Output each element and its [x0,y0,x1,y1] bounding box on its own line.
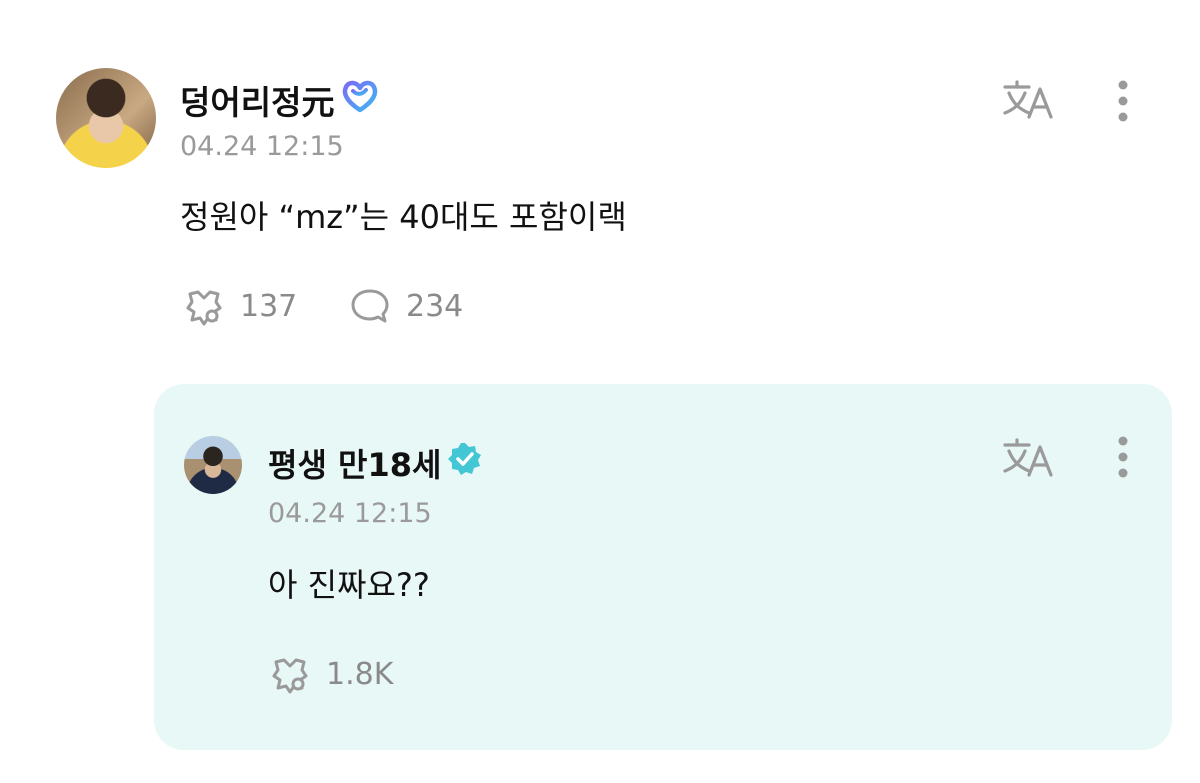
more-options-button[interactable] [1108,80,1138,126]
reaction-count-label: 137 [240,288,298,324]
reaction-icon[interactable] [182,286,226,326]
translate-button[interactable] [998,78,1058,124]
post-text: 정원아 “mz”는 40대도 포함이랙 [180,198,627,236]
verified-badge-icon [447,441,483,485]
reply-timestamp: 04.24 12:15 [268,498,432,529]
reply-author-avatar[interactable] [184,436,242,494]
translate-icon [999,435,1057,483]
comment-count-label: 234 [406,288,464,324]
reply-text: 아 진짜요?? [268,566,430,604]
reply-author-name-row[interactable]: 평생 만18세 [268,440,483,486]
comment-count[interactable]: 234 [348,286,463,326]
more-vertical-icon [1117,79,1129,127]
reply-author-name[interactable]: 평생 만18세 [268,440,441,486]
more-vertical-icon [1117,435,1129,483]
author-avatar[interactable] [56,68,156,168]
reaction-icon[interactable] [268,654,312,694]
reaction-count[interactable]: 137 [182,286,297,326]
translate-icon [999,77,1057,125]
artist-heart-badge-icon [340,79,380,121]
reply-translate-button[interactable] [998,436,1058,482]
author-name-row[interactable]: 덩어리정元 [180,76,380,124]
author-name[interactable]: 덩어리정元 [180,76,334,124]
reply-more-options-button[interactable] [1108,436,1138,482]
post: 덩어리정元 04.24 12:15 정원아 “mz”는 40대도 포함이랙 13… [0,0,1200,360]
comment-icon[interactable] [348,286,392,326]
reply-reaction-count[interactable]: 1.8K [268,654,393,694]
post-timestamp: 04.24 12:15 [180,131,344,162]
reply-reaction-count-label: 1.8K [326,656,394,692]
